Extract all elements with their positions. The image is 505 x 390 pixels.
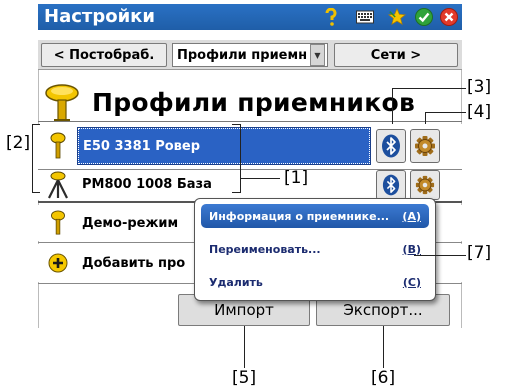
- callout-6-leader: [383, 326, 384, 368]
- callout-5-leader: [244, 326, 245, 368]
- callout-1-leader: [240, 124, 241, 193]
- page-title: Профили приемников: [92, 88, 416, 117]
- menu-item-receiver-info[interactable]: Информация о приемнике... (A): [201, 204, 429, 228]
- receiver-row[interactable]: PM800 1008 База: [38, 170, 462, 200]
- callout-3: [3]: [467, 77, 492, 97]
- callout-6: [6]: [371, 368, 396, 388]
- callout-4-leader: [425, 112, 466, 113]
- callout-5: [5]: [232, 368, 257, 388]
- bluetooth-icon[interactable]: [376, 170, 406, 200]
- receiver-name: E50 3381 Ровер: [83, 138, 201, 154]
- callout-3-leader: [392, 88, 393, 124]
- receiver-row[interactable]: E50 3381 Ровер: [38, 124, 462, 169]
- receiver-profile-icon: [44, 83, 80, 123]
- context-menu: Информация о приемнике... (A) Переименов…: [194, 198, 436, 301]
- callout-2: [2]: [6, 133, 31, 153]
- chevron-down-icon[interactable]: ▼: [310, 44, 325, 66]
- gear-icon[interactable]: [410, 170, 440, 200]
- rover-receiver-icon: [46, 132, 70, 160]
- add-plus-icon: [48, 253, 68, 273]
- demo-mode-label: Демо-режим: [82, 216, 179, 231]
- nav-bar: < Постобраб. Профили приемн ▼ Сети >: [38, 40, 462, 70]
- receiver-name-selected[interactable]: E50 3381 Ровер: [77, 127, 371, 165]
- callout-2-leader: [32, 124, 40, 125]
- next-button[interactable]: Сети >: [334, 43, 458, 67]
- app-title: Настройки: [44, 6, 156, 27]
- menu-item-label: Удалить: [209, 275, 263, 289]
- callout-2-leader: [32, 192, 40, 193]
- back-button[interactable]: < Постобраб.: [41, 43, 167, 67]
- help-icon[interactable]: [322, 8, 340, 26]
- callout-1-leader: [232, 192, 241, 193]
- gear-icon[interactable]: [410, 129, 440, 163]
- ok-check-icon[interactable]: [415, 8, 433, 26]
- menu-item-shortcut: (B): [402, 242, 421, 256]
- title-bar: Настройки: [38, 4, 462, 30]
- callout-2-leader: [32, 124, 33, 193]
- menu-item-shortcut: (A): [402, 209, 421, 223]
- callout-4-leader: [425, 112, 426, 124]
- screen-select-dropdown[interactable]: Профили приемн ▼: [172, 43, 328, 67]
- keyboard-icon[interactable]: [356, 8, 374, 26]
- callout-1-leader: [232, 124, 241, 125]
- callout-7: [7]: [467, 243, 492, 263]
- menu-item-label: Информация о приемнике...: [209, 209, 390, 223]
- callout-1: [1]: [284, 168, 309, 188]
- callout-7-leader: [414, 255, 466, 256]
- menu-item-rename[interactable]: Переименовать... (B): [201, 237, 429, 261]
- close-icon[interactable]: [440, 8, 458, 26]
- callout-3-leader: [392, 88, 466, 89]
- receiver-name[interactable]: PM800 1008 База: [82, 177, 212, 192]
- bluetooth-icon[interactable]: [376, 129, 406, 163]
- menu-item-delete[interactable]: Удалить (C): [201, 270, 429, 294]
- dropdown-value: Профили приемн: [177, 47, 308, 63]
- menu-item-shortcut: (C): [402, 275, 421, 289]
- receiver-icon: [46, 210, 70, 236]
- add-profile-label: Добавить про: [82, 256, 186, 271]
- menu-item-label: Переименовать...: [209, 242, 321, 256]
- callout-4: [4]: [467, 102, 492, 122]
- base-receiver-icon: [45, 171, 71, 199]
- heading-divider: [38, 121, 462, 122]
- favorites-star-icon[interactable]: [388, 7, 406, 26]
- callout-1-leader: [240, 178, 280, 179]
